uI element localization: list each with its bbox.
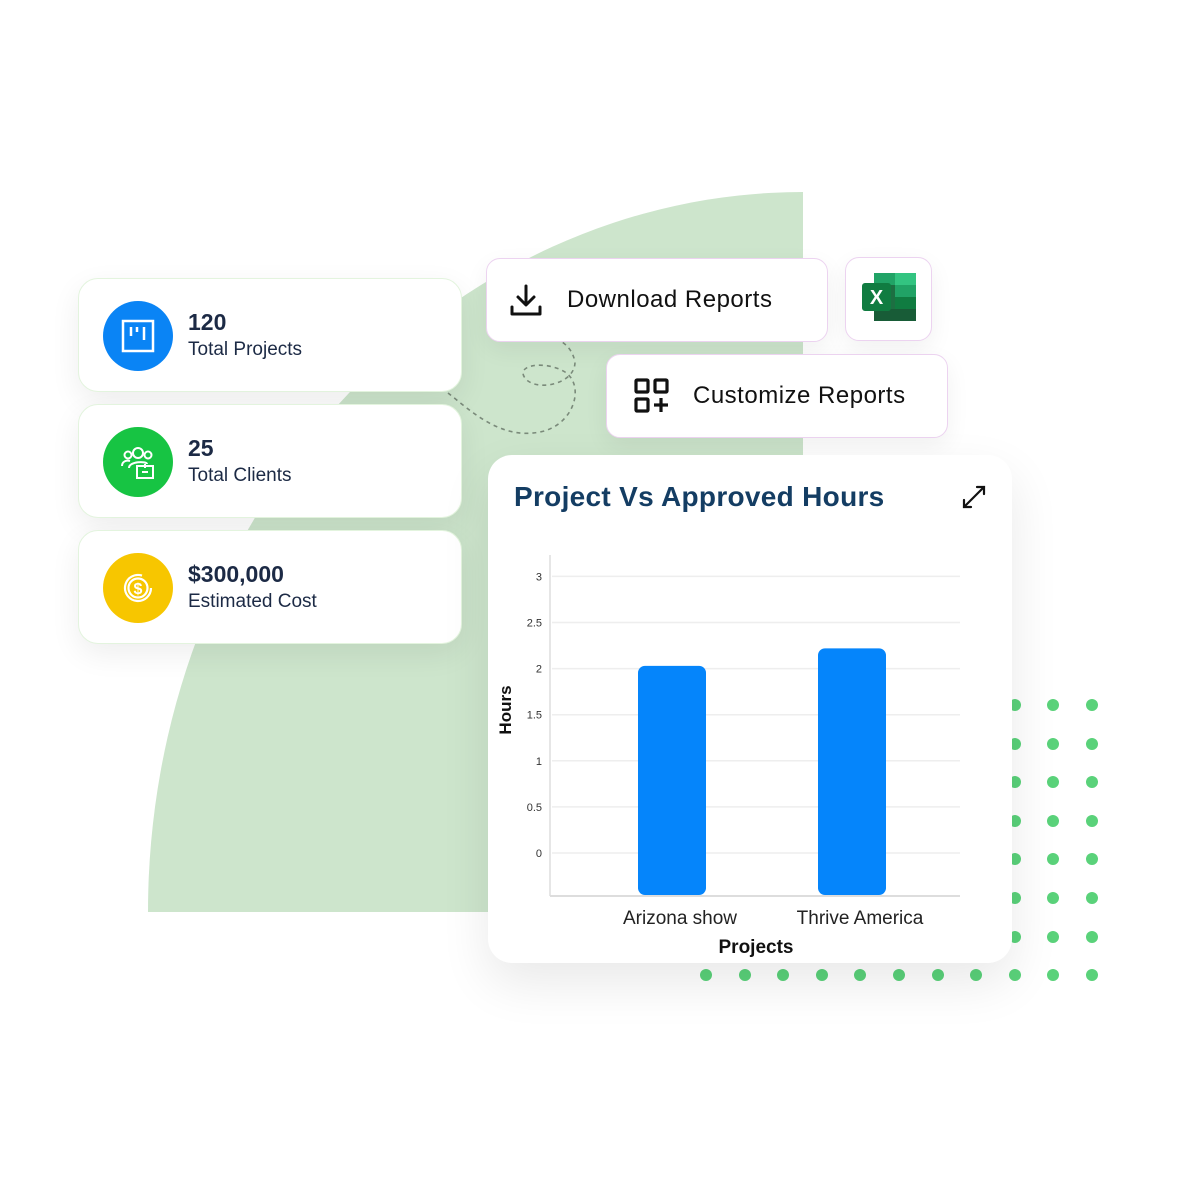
y-tick-label: 2.5 — [527, 618, 542, 630]
decorative-dot — [1047, 853, 1059, 865]
excel-icon: X — [860, 269, 918, 330]
bar-arizona-show[interactable] — [638, 665, 706, 895]
decorative-dot — [1086, 931, 1098, 943]
decorative-dot — [1086, 699, 1098, 711]
decorative-dot — [1086, 892, 1098, 904]
stat-label: Estimated Cost — [188, 591, 317, 612]
customize-reports-button[interactable]: Customize Reports — [606, 354, 948, 438]
bar-thrive-america[interactable] — [818, 648, 886, 895]
decorative-dot — [1086, 815, 1098, 827]
decorative-dot — [1086, 969, 1098, 981]
svg-text:$: $ — [134, 581, 143, 598]
clients-group-icon — [103, 427, 173, 497]
decorative-dot — [1047, 738, 1059, 750]
stat-label: Total Projects — [188, 339, 303, 360]
y-axis-label: Hours — [496, 685, 515, 734]
decorative-dot — [893, 969, 905, 981]
decorative-dot — [1086, 853, 1098, 865]
stat-value: 25 — [188, 435, 214, 461]
x-axis-label: Projects — [719, 937, 794, 958]
bar-chart: 0 0.5 1 1.5 2 2.5 3 Arizona show Thrive America… — [496, 555, 960, 958]
decorative-dot — [1086, 776, 1098, 788]
svg-text:X: X — [869, 287, 883, 309]
stat-value: 120 — [188, 309, 227, 335]
stat-card-total-clients[interactable]: 25 Total Clients — [78, 404, 462, 518]
decorative-dot — [1047, 892, 1059, 904]
decorative-dot — [1047, 776, 1059, 788]
decorative-dot — [1086, 738, 1098, 750]
y-tick-label: 1 — [536, 756, 542, 768]
y-tick-label: 2 — [536, 664, 542, 676]
y-tick-label: 0.5 — [527, 802, 542, 814]
decorative-dot — [1047, 969, 1059, 981]
kanban-board-icon — [103, 301, 173, 371]
stat-card-estimated-cost[interactable]: $ $300,000 Estimated Cost — [78, 530, 462, 644]
excel-export-button[interactable]: X — [845, 257, 932, 341]
decorative-dot — [700, 969, 712, 981]
y-tick-label: 3 — [536, 571, 542, 583]
decorative-dot — [932, 969, 944, 981]
decorative-dot — [739, 969, 751, 981]
stat-card-total-projects[interactable]: 120 Total Projects — [78, 278, 462, 392]
x-tick-label: Thrive America — [797, 908, 924, 929]
x-tick-label: Arizona show — [623, 908, 737, 929]
decorative-dot — [1047, 931, 1059, 943]
decorative-dot — [1047, 815, 1059, 827]
chart-card: Project Vs Approved Hours 0 0.5 1 1.5 2 2.5 3 … — [488, 455, 1012, 963]
decorative-dot — [816, 969, 828, 981]
grid-add-icon — [633, 377, 671, 415]
stat-label: Total Clients — [188, 465, 292, 486]
decorative-dot — [1009, 969, 1021, 981]
customize-reports-label: Customize Reports — [693, 382, 906, 409]
decorative-dot — [854, 969, 866, 981]
y-tick-label: 1.5 — [527, 710, 542, 722]
decorative-dot — [970, 969, 982, 981]
download-reports-button[interactable]: Download Reports — [486, 258, 828, 342]
download-reports-label: Download Reports — [567, 286, 773, 313]
stat-value: $300,000 — [188, 561, 284, 587]
decorative-dot — [777, 969, 789, 981]
decorative-dot — [1047, 699, 1059, 711]
y-tick-label: 0 — [536, 848, 542, 860]
download-icon — [509, 283, 543, 317]
dollar-coin-icon: $ — [103, 553, 173, 623]
